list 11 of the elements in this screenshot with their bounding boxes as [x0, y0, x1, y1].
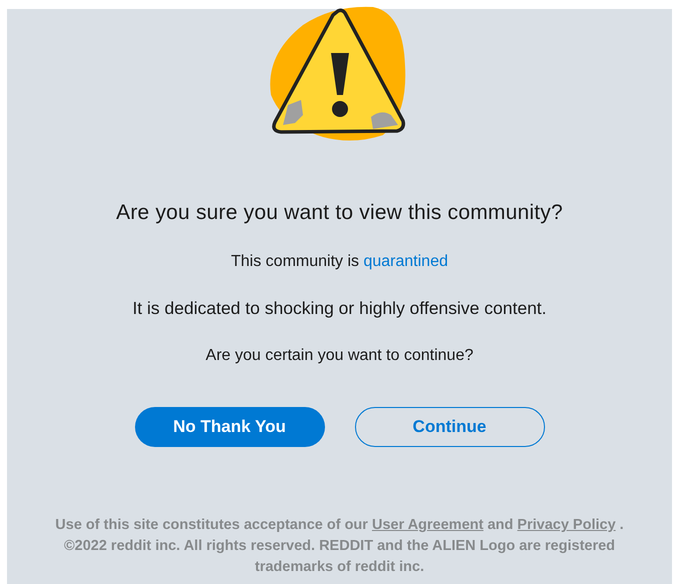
dialog-title: Are you sure you want to view this community? — [116, 201, 563, 225]
quarantined-link[interactable]: quarantined — [363, 253, 448, 270]
footer-link[interactable]: Privacy Policy — [517, 517, 616, 533]
terms-text: Use of this site constitutes acceptance of our User Agreement and Privacy Policy . — [54, 516, 625, 535]
footer-link[interactable]: User Agreement — [372, 517, 484, 533]
decline-button[interactable]: No Thank You — [134, 407, 324, 447]
question-text: Are you certain you want to continue? — [206, 347, 474, 365]
status-text: This community is — [231, 253, 360, 270]
continue-button[interactable]: Continue — [354, 407, 544, 447]
description-text: It is dedicated to shocking or highly offensive content. — [132, 298, 547, 319]
copyright-text: ©2022 reddit inc. All rights reserved. REDDIT and the ALIEN Logo are registered trademarks of reddit inc. — [62, 537, 616, 577]
